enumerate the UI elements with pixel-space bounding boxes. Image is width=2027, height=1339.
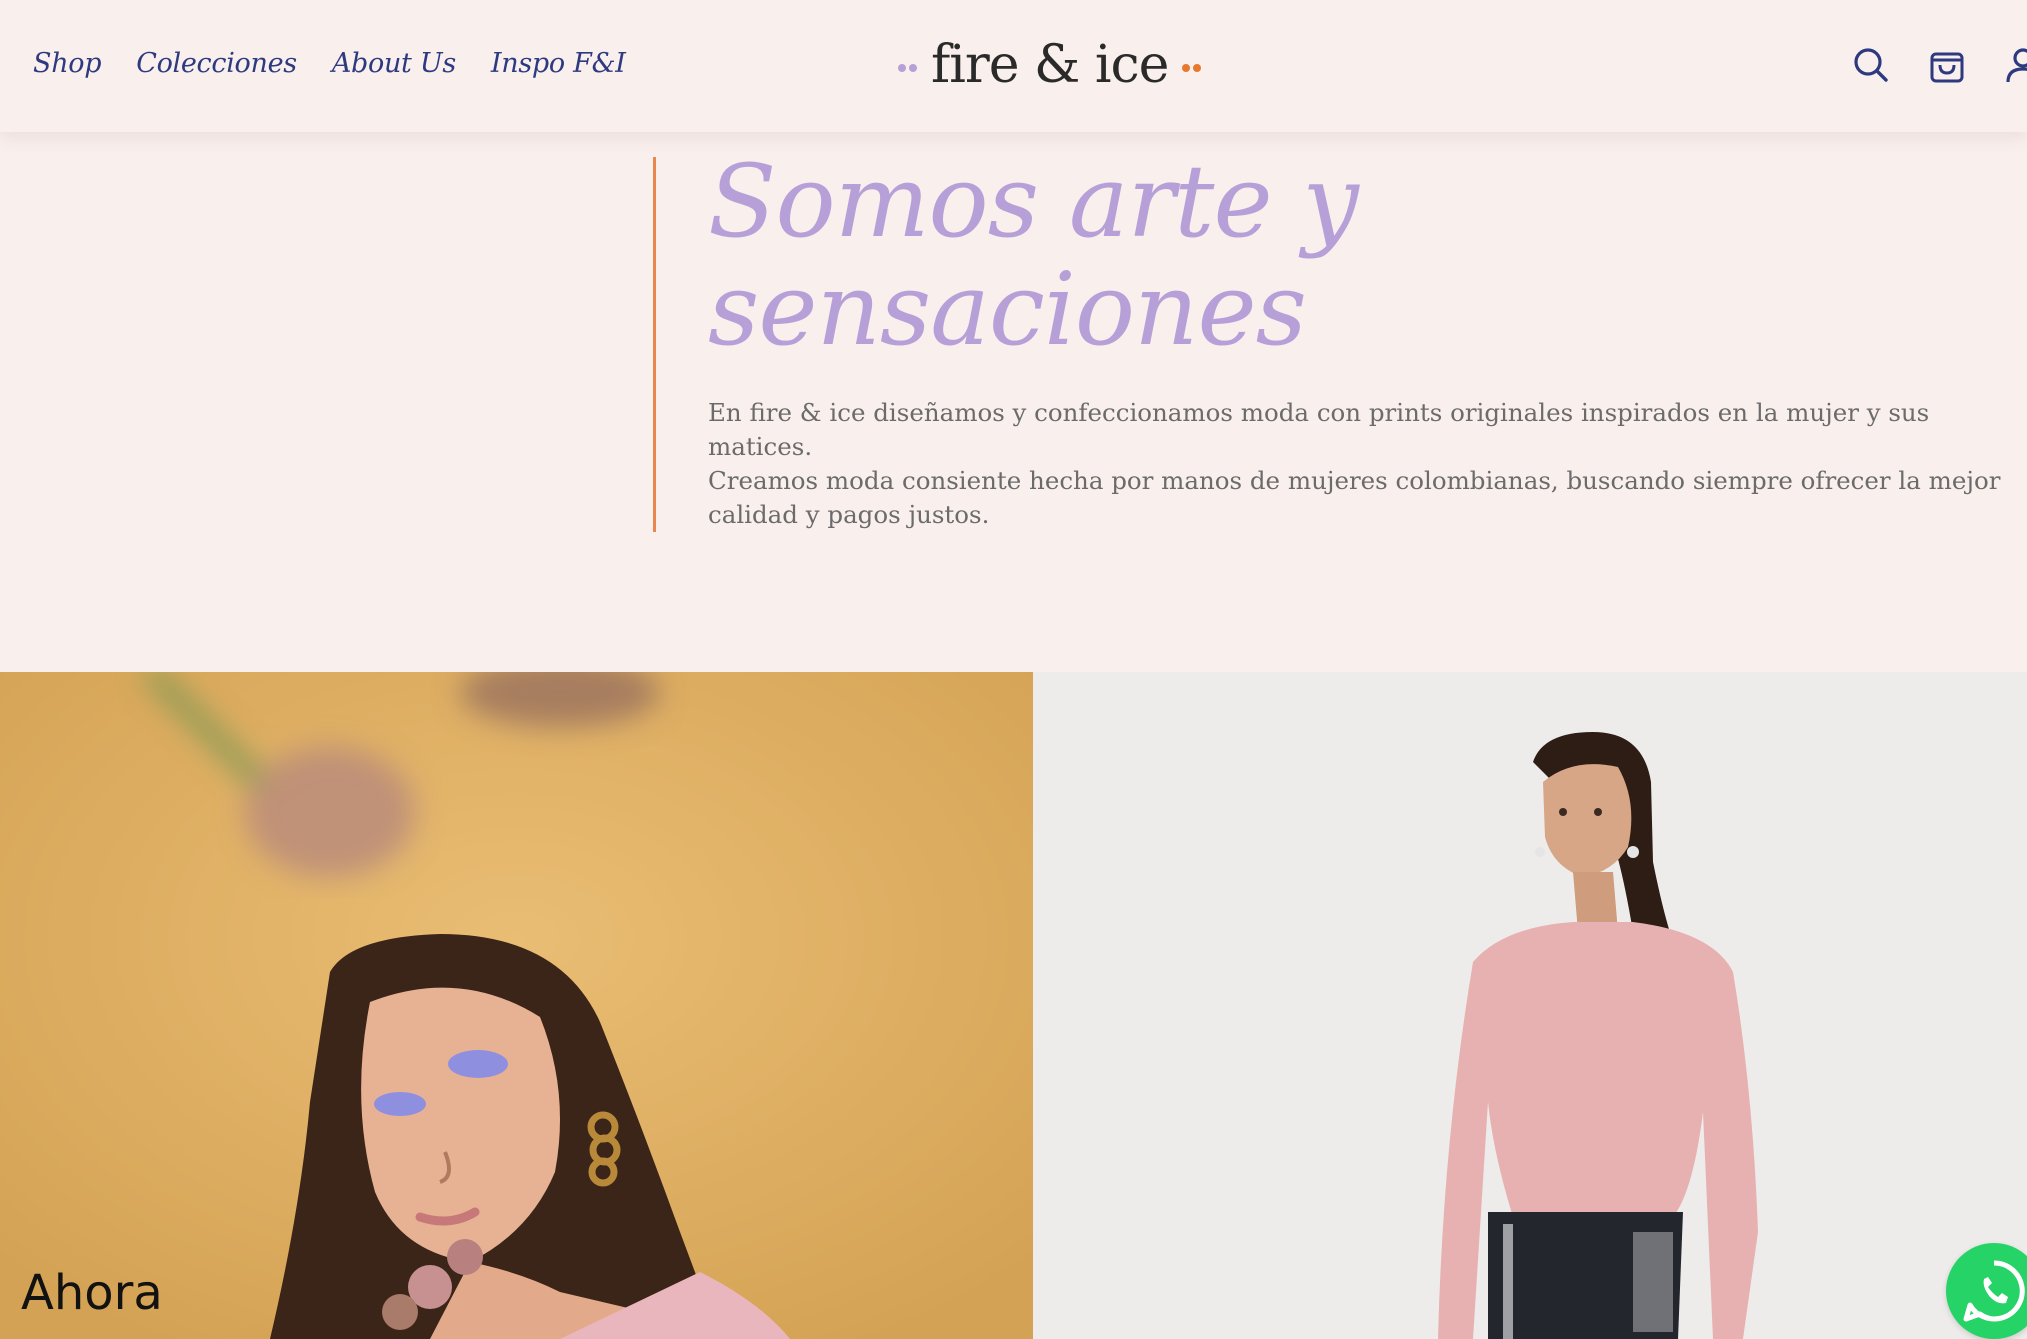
collection-image-ahora[interactable] <box>0 672 1033 1339</box>
site-header: Shop Colecciones About Us Inspo F&I fire… <box>0 0 2027 132</box>
hero-accent-rule <box>653 157 656 532</box>
logo-dots-right <box>1182 64 1202 72</box>
logo-dots-left <box>898 64 917 72</box>
logo-text: fire & ice <box>931 35 1169 95</box>
whatsapp-icon <box>1963 1260 2025 1322</box>
account-icon[interactable] <box>2004 46 2027 84</box>
model-photo-left <box>0 672 1033 1339</box>
collection-caption[interactable]: Ahora <box>21 1265 163 1321</box>
main-nav: Shop Colecciones About Us Inspo F&I <box>33 48 661 79</box>
header-icons <box>1852 46 2027 84</box>
nav-colecciones[interactable]: Colecciones <box>136 48 297 79</box>
site-logo[interactable]: fire & ice <box>884 30 1215 100</box>
search-icon[interactable] <box>1852 46 1890 84</box>
model-photo-right <box>1033 672 2027 1339</box>
hero-description: En fire & ice diseñamos y confeccionamos… <box>708 398 2001 529</box>
nav-inspo[interactable]: Inspo F&I <box>491 48 626 79</box>
collection-image-right[interactable] <box>1033 672 2027 1339</box>
hero-title: Somos arte y sensaciones <box>708 143 1359 368</box>
nav-shop[interactable]: Shop <box>33 48 102 79</box>
nav-about-us[interactable]: About Us <box>332 48 456 79</box>
cart-icon[interactable] <box>1928 46 1966 84</box>
